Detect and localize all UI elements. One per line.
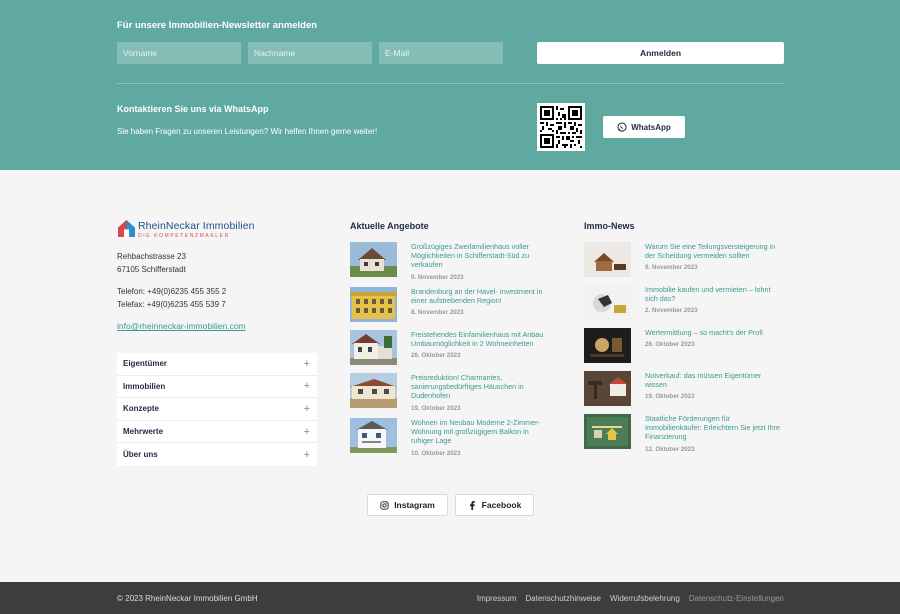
offers-title: Aktuelle Angebote [350,221,429,231]
news-card[interactable]: Wertermittlung – so macht's der Profi 26.… [584,328,784,363]
news-date: 9. November 2023 [645,264,698,272]
whatsapp-icon [617,122,627,132]
address-street: Rehbachstrasse 23 [117,252,186,261]
plus-icon: + [303,448,310,461]
accordion-item-mehrwerte[interactable]: Mehrwerte + [117,421,317,444]
facebook-button[interactable]: Facebook [455,494,534,516]
address-city: 67105 Schifferstadt [117,265,186,274]
footer-links: Impressum Datenschutzhinweise Widerrufsb… [477,594,784,603]
footer-accordion: Eigentümer + Immobilien + Konzepte + Mehrwe… [117,353,317,466]
news-title-link: Staatliche Förderungen für Immobilienkäu… [645,414,781,442]
offer-thumbnail [350,287,397,322]
offer-card[interactable]: Freistehendes Einfamilienhaus mit Anbau … [350,330,550,365]
accordion-label: Über uns [123,450,158,460]
accordion-label: Mehrwerte [123,427,164,437]
offer-date: 9. November 2023 [411,273,464,281]
whatsapp-title: Kontaktieren Sie uns via WhatsApp [117,104,269,114]
whatsapp-button-label: WhatsApp [631,122,671,132]
offer-title: Freistehendes Einfamilienhaus mit Anbau … [411,330,544,349]
offer-date: 10. Oktober 2023 [411,449,461,457]
plus-icon: + [303,402,310,415]
news-card[interactable]: Staatliche Förderungen für Immobilienkäu… [584,414,784,453]
facebook-label: Facebook [481,500,522,510]
news-card[interactable]: Immobilie kaufen und vermieten – lohnt s… [584,285,784,320]
instagram-icon [380,500,389,510]
offer-thumbnail [350,418,397,453]
news-thumbnail [584,328,631,363]
offer-thumbnail [350,242,397,277]
facebook-icon [469,500,475,510]
offer-card[interactable]: Preisreduktion! Charmantes, sanierungsbe… [350,373,550,412]
plus-icon: + [303,425,310,438]
news-card[interactable]: Notverkauf: das müssen Eigentümer wissen… [584,371,784,406]
accordion-label: Eigentümer [123,359,168,369]
last-name-input[interactable] [248,42,372,64]
news-thumbnail [584,242,631,277]
accordion-item-konzepte[interactable]: Konzepte + [117,398,317,421]
accordion-item-immobilien[interactable]: Immobilien + [117,376,317,399]
footer-link-widerrufsbelehrung[interactable]: Widerrufsbelehrung [610,594,680,603]
offer-thumbnail [350,373,397,408]
whatsapp-text: Sie haben Fragen zu unseren Leistungen? … [117,127,378,136]
accordion-item-eigentuemer[interactable]: Eigentümer + [117,353,317,376]
logo-tagline: DIE KOMPETENZMAKLER [138,233,230,239]
offer-title: Wohnen im Neubau Moderne 2-Zimmer-Wohnun… [411,418,540,446]
plus-icon: + [303,357,310,370]
logo-house-icon [118,220,135,237]
instagram-button[interactable]: Instagram [367,494,448,516]
footer-link-datenschutz-einstellungen[interactable]: Datenschutz-Einstellungen [689,594,784,603]
accordion-label: Konzepte [123,404,159,414]
news-date: 12. Oktober 2023 [645,445,695,453]
offer-thumbnail [350,330,397,365]
news-date: 26. Oktober 2023 [645,341,695,349]
news-date: 19. Oktober 2023 [645,393,695,401]
phone-number: Telefon: +49(0)6235 455 355 2 [117,287,227,296]
news-date: 2. November 2023 [645,307,698,315]
news-title-link: Wertermittlung – so macht's der Profi [645,328,763,337]
instagram-label: Instagram [394,500,435,510]
news-title-link: Notverkauf: das müssen Eigentümer wissen [645,371,762,390]
offer-card[interactable]: Großzügiges Zweifamilienhaus voller Mögl… [350,242,550,281]
fax-number: Telefax: +49(0)6235 455 539 7 [117,300,226,309]
news-thumbnail [584,414,631,449]
footer-link-datenschutzhinweise[interactable]: Datenschutzhinweise [525,594,601,603]
offer-title: Brandenburg an der Havel- Investment in … [411,287,543,306]
copyright: © 2023 RheinNeckar Immobilien GmbH [117,594,258,603]
news-title: Immo-News [584,221,635,231]
news-title-link: Warum Sie eine Teilungsversteigerung in … [645,242,776,261]
footer-link-impressum[interactable]: Impressum [477,594,517,603]
first-name-input[interactable] [117,42,241,64]
email-input[interactable] [379,42,503,64]
offer-date: 8. November 2023 [411,309,464,317]
newsletter-submit-button[interactable]: Anmelden [537,42,784,64]
email-link[interactable]: info@rheinneckar-immobilien.com [117,321,246,331]
divider [117,83,784,84]
offer-date: 19. Oktober 2023 [411,404,461,412]
newsletter-title: Für unsere Immobilien-Newsletter anmelde… [117,20,318,31]
offer-title: Preisreduktion! Charmantes, sanierungsbe… [411,373,524,401]
newsletter-section: Für unsere Immobilien-Newsletter anmelde… [0,0,900,170]
whatsapp-qr-code [537,103,585,151]
footer-bar: © 2023 RheinNeckar Immobilien GmbH Impre… [0,582,900,614]
offer-title: Großzügiges Zweifamilienhaus voller Mögl… [411,242,530,270]
news-card[interactable]: Warum Sie eine Teilungsversteigerung in … [584,242,784,277]
offer-date: 26. Oktober 2023 [411,352,461,360]
accordion-label: Immobilien [123,381,166,391]
logo-name: RheinNeckar Immobilien [138,220,255,232]
whatsapp-button[interactable]: WhatsApp [603,116,685,138]
news-title-link: Immobilie kaufen und vermieten – lohnt s… [645,285,771,304]
news-thumbnail [584,371,631,406]
company-logo[interactable]: RheinNeckar Immobilien DIE KOMPETENZMAKL… [118,220,255,239]
plus-icon: + [303,380,310,393]
offer-card[interactable]: Brandenburg an der Havel- Investment in … [350,287,550,322]
news-thumbnail [584,285,631,320]
offer-card[interactable]: Wohnen im Neubau Moderne 2-Zimmer-Wohnun… [350,418,550,457]
accordion-item-ueber-uns[interactable]: Über uns + [117,443,317,466]
